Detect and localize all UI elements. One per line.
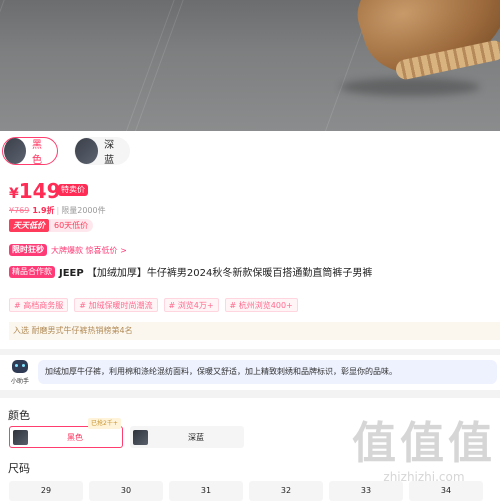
size-option[interactable]: 32 (249, 481, 323, 501)
assistant-avatar[interactable]: 小助手 (10, 360, 30, 385)
swatch-black[interactable]: 黑色 (2, 137, 58, 166)
swatch-label: 黑色 (32, 140, 43, 166)
premium-badge: 精品合作款 (9, 265, 55, 278)
size-option[interactable]: 33 (329, 481, 403, 501)
price-value: 149 (18, 179, 61, 203)
swatch-thumbnail (4, 138, 27, 164)
ranking-banner[interactable]: 入选 耐磨男式牛仔裤热销榜第4名 (9, 322, 500, 340)
daily-low-badge: 天天低价 (9, 219, 49, 232)
price: ¥149 (9, 179, 61, 203)
price-currency: ¥ (9, 186, 19, 202)
product-title: 精品合作款 JEEP 【加绒加厚】牛仔裤男2024秋冬新款保暖百搭通勤直筒裤子男… (9, 264, 499, 279)
daily-low-chip: 60天低价 (49, 219, 94, 232)
assistant-text: 加绒加厚牛仔裤，利用棉和涤纶混纺面料，保暖又舒适，加上精致刺绣和品牌标识，彰显你… (38, 360, 497, 384)
assistant-name: 小助手 (10, 378, 29, 385)
flash-sale-badge: 限时狂秒 (9, 244, 47, 256)
size-options: 29 30 31 32 33 34 (9, 481, 483, 501)
hashtag[interactable]: # 杭州浏览400+ (224, 298, 298, 312)
size-section-label: 尺码 (8, 462, 30, 475)
swatch-label: 深蓝 (104, 140, 115, 166)
size-option[interactable]: 31 (169, 481, 243, 501)
product-hero-image[interactable] (0, 0, 500, 131)
color-section-label: 颜色 (8, 409, 30, 422)
option-label: 深蓝 (188, 432, 204, 442)
option-label: 黑色 (67, 432, 83, 442)
boot-shadow (340, 78, 480, 96)
sold-count-tag: 已抢2千+ (88, 418, 121, 429)
swatch-thumbnail (75, 138, 99, 164)
assistant-summary: 小助手 加绒加厚牛仔裤，利用棉和涤纶混纺面料，保暖又舒适，加上精致刺绣和品牌标识… (0, 355, 500, 390)
size-option[interactable]: 30 (89, 481, 163, 501)
hashtag-list: # 高档商务服 # 加绒保暖时尚潮流 # 浏览4万+ # 杭州浏览400+ (9, 298, 298, 312)
watermark-url: zhizhizhi.com (383, 470, 465, 484)
discount-rate: 1.9折 (32, 206, 55, 215)
hashtag[interactable]: # 浏览4万+ (163, 298, 219, 312)
special-price-badge: 特卖价 (58, 184, 88, 196)
hashtag[interactable]: # 加绒保暖时尚潮流 (74, 298, 158, 312)
original-price: ¥769 (9, 206, 30, 215)
brand-name: JEEP (59, 268, 84, 279)
hashtag[interactable]: # 高档商务服 (9, 298, 69, 312)
size-option[interactable]: 34 (409, 481, 483, 501)
color-option-black[interactable]: 黑色 (9, 426, 123, 448)
flash-sale-text: 大牌爆款 惊喜低价 > (51, 245, 127, 255)
color-option-navy[interactable]: 深蓝 (130, 426, 244, 448)
product-info: ¥149 特卖价 ¥769 1.9折 | 限量2000件 天天低价 60天低价 限时狂… (0, 171, 500, 349)
option-thumbnail (133, 429, 148, 445)
limited-quantity: 限量2000件 (61, 206, 106, 215)
title-text: 【加绒加厚】牛仔裤男2024秋冬新款保暖百搭通勤直筒裤子男裤 (86, 268, 373, 279)
price-details: ¥769 1.9折 | 限量2000件 (9, 206, 106, 215)
swatch-navy[interactable]: 深蓝 (74, 137, 130, 166)
color-swatch-strip: 黑色 深蓝 (0, 131, 500, 171)
size-option[interactable]: 29 (9, 481, 83, 501)
watermark-logo: 值值值 (352, 418, 496, 469)
watermark: 值值值 zhizhizhi.com (349, 418, 499, 485)
robot-icon (12, 360, 28, 373)
option-thumbnail (13, 429, 28, 445)
daily-low-price[interactable]: 天天低价 60天低价 (9, 219, 94, 232)
flash-sale-row[interactable]: 限时狂秒 大牌爆款 惊喜低价 > (9, 244, 127, 256)
